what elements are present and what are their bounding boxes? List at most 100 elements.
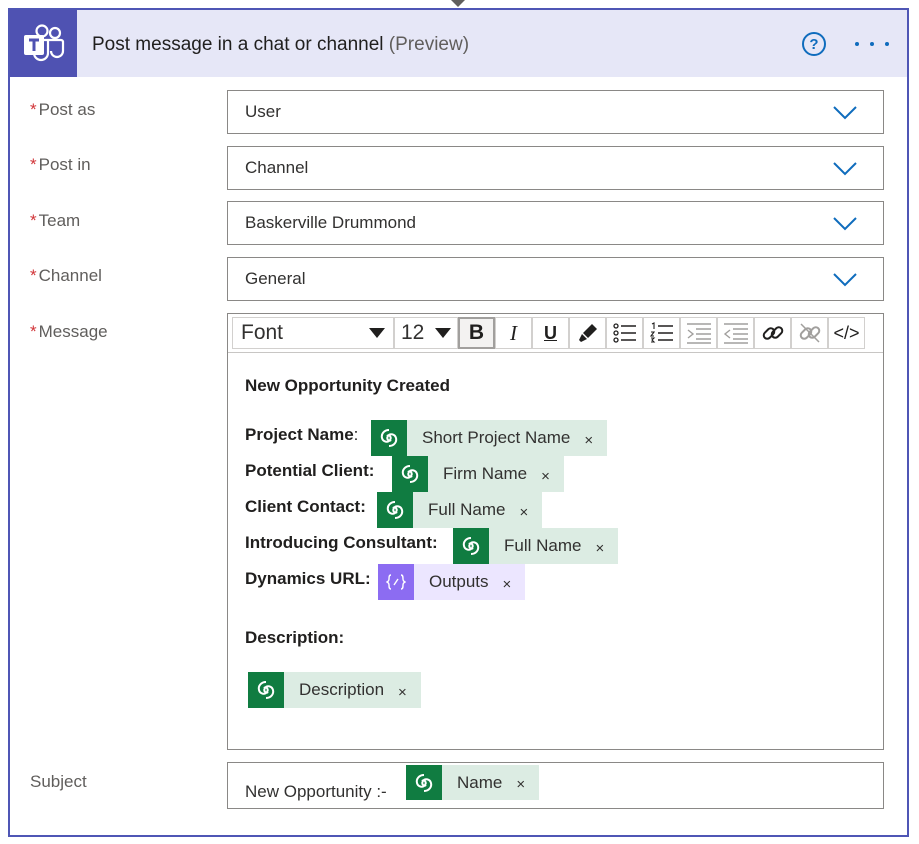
underline-icon: U — [544, 322, 557, 343]
dropdown-triangle-icon — [435, 328, 451, 338]
dynamic-token-short-project-name[interactable]: Short Project Name × — [371, 420, 608, 456]
bulleted-list-icon — [612, 323, 636, 343]
remove-token-icon[interactable]: × — [570, 432, 607, 449]
card-header[interactable]: Post message in a chat or channel (Previ… — [10, 10, 907, 77]
teams-icon — [10, 10, 77, 77]
remove-token-icon[interactable]: × — [505, 504, 542, 521]
team-label: * Team — [30, 211, 80, 231]
font-family-value: Font — [241, 321, 284, 344]
bold-button[interactable]: B — [458, 317, 495, 349]
more-options-button[interactable] — [855, 34, 889, 54]
post-as-dropdown[interactable]: User — [227, 90, 884, 134]
dot-icon — [870, 42, 874, 46]
post-in-label-text: Post in — [38, 155, 91, 174]
dataverse-icon — [248, 672, 284, 708]
subject-field[interactable]: New Opportunity :- Name × — [227, 762, 884, 809]
token-label: Name — [457, 772, 503, 792]
increase-indent-button[interactable] — [717, 317, 754, 349]
team-dropdown[interactable]: Baskerville Drummond — [227, 201, 884, 245]
post-in-value: Channel — [245, 158, 309, 177]
dynamic-token-client-full-name[interactable]: Full Name × — [377, 492, 543, 528]
post-in-dropdown[interactable]: Channel — [227, 146, 884, 190]
insert-link-button[interactable] — [754, 317, 791, 349]
token-label: Short Project Name — [422, 428, 571, 447]
font-size-dropdown[interactable]: 12 — [394, 317, 458, 349]
message-label-text: Message — [38, 322, 108, 341]
link-icon — [762, 326, 783, 340]
post-as-label-text: Post as — [38, 100, 96, 119]
dynamic-token-firm-name[interactable]: Firm Name × — [392, 456, 564, 492]
token-label: Firm Name — [443, 464, 528, 483]
help-button[interactable]: ? — [802, 32, 826, 56]
decrease-indent-icon — [686, 323, 711, 344]
preview-tag: (Preview) — [388, 34, 470, 55]
dataverse-icon — [406, 765, 442, 800]
message-label: * Message — [30, 322, 108, 342]
help-icon: ? — [809, 35, 819, 53]
dataverse-icon — [453, 528, 489, 564]
font-color-button[interactable] — [569, 317, 606, 349]
client-contact-label: Client Contact: — [245, 497, 366, 516]
project-name-label: Project Name: — [245, 425, 358, 445]
font-size-value: 12 — [401, 321, 425, 344]
project-name-colon: : — [353, 425, 359, 444]
bulleted-list-button[interactable] — [606, 317, 643, 349]
remove-token-icon[interactable]: × — [384, 684, 421, 701]
message-editor[interactable]: Font 12 B I U </> New Opportunity Create… — [227, 313, 884, 750]
code-icon: </> — [833, 322, 860, 343]
post-as-value: User — [245, 102, 281, 121]
dynamic-token-name[interactable]: Name × — [406, 765, 540, 800]
channel-label: * Channel — [30, 266, 102, 286]
numbered-list-icon — [649, 322, 673, 343]
token-label: Full Name — [428, 500, 506, 519]
dataverse-icon — [371, 420, 407, 456]
decrease-indent-button[interactable] — [680, 317, 717, 349]
subject-label: Subject — [30, 772, 87, 791]
channel-dropdown[interactable]: General — [227, 257, 884, 301]
message-heading: New Opportunity Created — [245, 376, 450, 395]
bold-icon: B — [468, 321, 485, 344]
subject-prefix: New Opportunity :- — [245, 782, 387, 801]
required-marker: * — [30, 266, 37, 285]
channel-value: General — [245, 269, 306, 288]
underline-button[interactable]: U — [532, 317, 569, 349]
team-value: Baskerville Drummond — [245, 213, 416, 232]
dot-icon — [855, 42, 859, 46]
potential-client-label: Potential Client: — [245, 461, 375, 480]
dot-icon — [885, 42, 889, 46]
dynamic-token-outputs[interactable]: Outputs × — [378, 564, 526, 600]
chevron-down-icon — [833, 273, 857, 287]
dataverse-icon — [377, 492, 413, 528]
required-marker: * — [30, 155, 37, 174]
italic-button[interactable]: I — [495, 317, 532, 349]
remove-token-icon[interactable]: × — [502, 776, 539, 793]
description-label: Description: — [245, 628, 345, 647]
chevron-down-icon — [833, 106, 857, 120]
numbered-list-button[interactable] — [643, 317, 680, 349]
code-view-button[interactable]: </> — [828, 317, 865, 349]
card-title-text: Post message in a chat or channel — [92, 34, 384, 55]
project-name-label-text: Project Name — [245, 425, 354, 444]
italic-icon: I — [510, 320, 517, 345]
required-marker: * — [30, 322, 37, 341]
chevron-down-icon — [833, 162, 857, 176]
dynamic-token-consultant-full-name[interactable]: Full Name × — [453, 528, 619, 564]
chevron-down-icon — [833, 217, 857, 231]
token-label: Outputs — [429, 572, 489, 591]
required-marker: * — [30, 211, 37, 230]
dataverse-icon — [392, 456, 428, 492]
token-label: Description — [299, 680, 385, 699]
dynamics-url-label: Dynamics URL: — [245, 569, 371, 588]
remove-token-icon[interactable]: × — [527, 468, 564, 485]
team-label-text: Team — [38, 211, 81, 230]
font-family-dropdown[interactable]: Font — [232, 317, 394, 349]
unlink-icon — [799, 323, 820, 343]
card-title: Post message in a chat or channel (Previ… — [92, 34, 469, 56]
dynamic-token-description[interactable]: Description × — [248, 672, 421, 708]
remove-link-button[interactable] — [791, 317, 828, 349]
expression-icon — [378, 564, 414, 600]
remove-token-icon[interactable]: × — [489, 576, 526, 593]
remove-token-icon[interactable]: × — [581, 540, 618, 557]
post-as-label: * Post as — [30, 100, 95, 120]
increase-indent-icon — [723, 323, 748, 344]
